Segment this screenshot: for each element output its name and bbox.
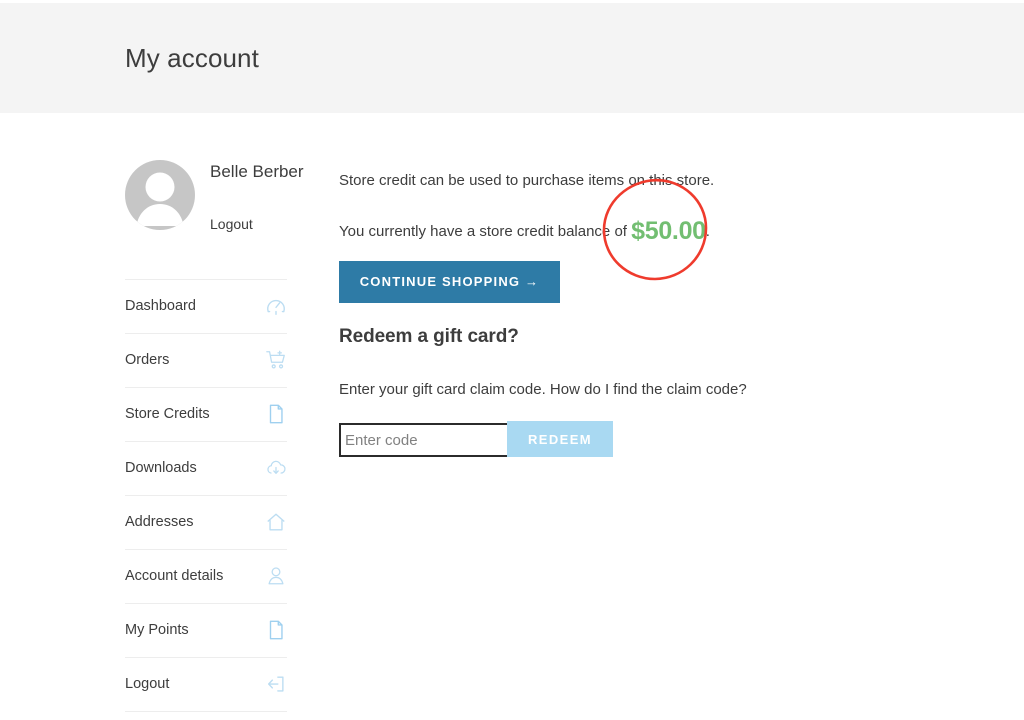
store-credit-info: Store credit can be used to purchase ite… [339, 172, 715, 189]
logout-icon [265, 673, 287, 695]
gauge-icon [265, 295, 287, 317]
continue-shopping-button[interactable]: CONTINUE SHOPPING → [339, 261, 560, 303]
sidebar-item-label: My Points [125, 622, 189, 638]
store-credit-amount: $50.00 [631, 217, 706, 245]
redeem-form: REDEEM [339, 421, 639, 457]
sidebar-item-label: Logout [125, 676, 170, 692]
sidebar-item-orders[interactable]: Orders [125, 334, 287, 388]
profile-block: Belle Berber Logout [125, 113, 304, 267]
sidebar-item-label: Addresses [125, 514, 194, 530]
sidebar-item-label: Downloads [125, 460, 197, 476]
redeem-gift-card-description: Enter your gift card claim code. How do … [339, 381, 747, 398]
sidebar-item-store-credits[interactable]: Store Credits [125, 388, 287, 442]
balance-prefix-text: You currently have a store credit balanc… [339, 223, 632, 240]
sidebar-item-label: Store Credits [125, 406, 210, 422]
person-icon [265, 565, 287, 587]
sidebar-item-my-points[interactable]: My Points [125, 604, 287, 658]
page-title: My account [125, 43, 259, 73]
profile-logout-link[interactable]: Logout [210, 216, 253, 232]
document-icon [265, 619, 287, 641]
redeem-button[interactable]: REDEEM [507, 421, 613, 457]
sidebar-item-label: Account details [125, 568, 224, 584]
shopping-cart-icon [265, 349, 287, 371]
account-sidebar: Belle Berber Logout Dashboard Orders Sto… [125, 113, 304, 712]
sidebar-item-label: Dashboard [125, 298, 196, 314]
sidebar-item-addresses[interactable]: Addresses [125, 496, 287, 550]
balance-suffix-text: . [705, 223, 710, 240]
user-avatar-icon [136, 172, 184, 226]
cloud-download-icon [265, 457, 287, 479]
sidebar-item-downloads[interactable]: Downloads [125, 442, 287, 496]
page-content: Belle Berber Logout Dashboard Orders Sto… [0, 113, 1024, 720]
redeem-gift-card-heading: Redeem a gift card? [339, 326, 519, 347]
store-credit-balance-line: You currently have a store credit balanc… [339, 217, 710, 245]
avatar [125, 160, 195, 230]
home-icon [265, 511, 287, 533]
sidebar-item-label: Orders [125, 352, 170, 368]
gift-card-code-input[interactable] [339, 423, 515, 457]
sidebar-item-account-details[interactable]: Account details [125, 550, 287, 604]
sidebar-item-dashboard[interactable]: Dashboard [125, 280, 287, 334]
page-header: My account [0, 3, 1024, 113]
profile-name: Belle Berber [210, 162, 304, 181]
sidebar-nav: Dashboard Orders Store Credits Downloads… [125, 279, 287, 712]
sidebar-item-logout[interactable]: Logout [125, 658, 287, 712]
document-icon [265, 403, 287, 425]
